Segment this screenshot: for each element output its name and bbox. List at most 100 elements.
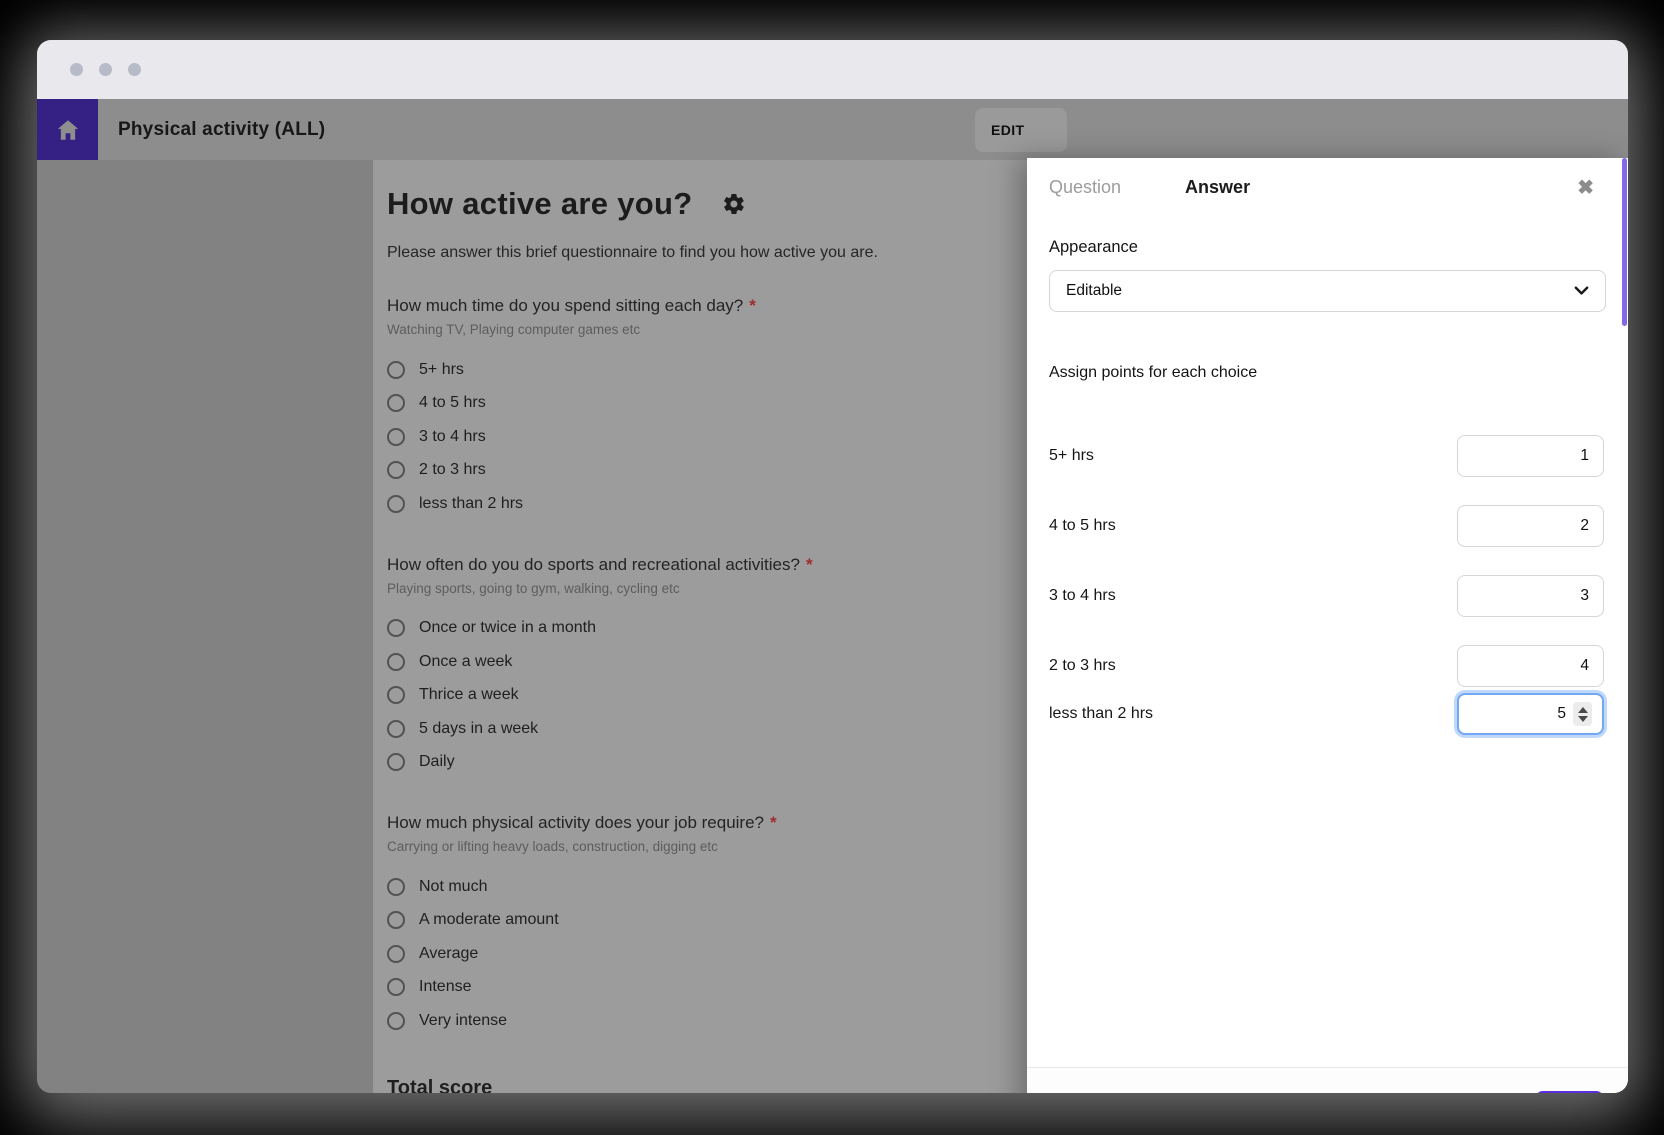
option-label: 2 to 3 hrs — [419, 461, 486, 479]
drawer-scrollbar-thumb[interactable] — [1622, 158, 1627, 326]
radio-icon[interactable] — [387, 494, 405, 513]
window-control-dot[interactable] — [99, 63, 112, 76]
radio-option[interactable]: 5 days in a week — [387, 712, 1083, 746]
radio-option[interactable]: Once or twice in a month — [387, 612, 1083, 646]
tab-question[interactable]: Question — [1049, 177, 1121, 198]
form-card: How active are you? Please answer this b… — [373, 160, 1103, 1093]
question-block: How much physical activity does your job… — [387, 813, 1083, 1038]
total-score-heading: Total score — [387, 1077, 493, 1093]
option-label: less than 2 hrs — [419, 494, 524, 512]
form-subtitle: Please answer this brief questionnaire t… — [387, 244, 878, 261]
points-row: 5+ hrs — [1049, 435, 1604, 477]
radio-option[interactable]: Thrice a week — [387, 679, 1083, 713]
points-row-label: 3 to 4 hrs — [1049, 587, 1116, 604]
radio-option[interactable]: Not much — [387, 870, 1083, 904]
radio-icon[interactable] — [387, 686, 405, 705]
spinner-up-icon[interactable] — [1577, 706, 1588, 713]
drawer-tabs: Question Answer ✖ — [1027, 158, 1628, 198]
radio-option[interactable]: Daily — [387, 746, 1083, 780]
question-text: How much time do you spend sitting each … — [387, 296, 756, 315]
page-title: Physical activity (ALL) — [118, 119, 326, 140]
points-row-label: less than 2 hrs — [1049, 705, 1154, 722]
question-hint: Watching TV, Playing computer games etc — [387, 322, 641, 337]
option-label: 3 to 4 hrs — [419, 427, 486, 445]
option-label: Once a week — [419, 652, 513, 670]
question-block: How often do you do sports and recreatio… — [387, 555, 1083, 780]
home-icon — [57, 119, 78, 140]
drawer-footer: Save — [1027, 1067, 1628, 1093]
answer-drawer: Question Answer ✖ Appearance Editable As… — [1027, 158, 1628, 1093]
radio-icon[interactable] — [387, 978, 405, 997]
points-row-label: 2 to 3 hrs — [1049, 657, 1116, 674]
app-window: Physical activity (ALL) EDIT How active … — [37, 40, 1628, 1093]
option-label: Once or twice in a month — [419, 619, 596, 637]
chevron-down-icon — [1574, 286, 1589, 295]
radio-option[interactable]: A moderate amount — [387, 904, 1083, 938]
points-row-label: 4 to 5 hrs — [1049, 517, 1116, 534]
radio-icon[interactable] — [387, 394, 405, 413]
radio-option[interactable]: 4 to 5 hrs — [387, 387, 1083, 421]
appearance-select[interactable]: Editable — [1049, 270, 1606, 312]
save-button[interactable]: Save — [1535, 1091, 1604, 1093]
points-row-label: 5+ hrs — [1049, 447, 1094, 464]
appearance-label: Appearance — [1049, 238, 1138, 256]
radio-icon[interactable] — [387, 719, 405, 738]
option-label: 5+ hrs — [419, 360, 464, 378]
radio-icon[interactable] — [387, 753, 405, 772]
radio-option[interactable]: Once a week — [387, 645, 1083, 679]
window-control-dot[interactable] — [128, 63, 141, 76]
browser-chrome — [37, 40, 1628, 99]
app-body: Physical activity (ALL) EDIT How active … — [37, 99, 1628, 1093]
required-asterisk: * — [805, 554, 813, 574]
question-text: How much physical activity does your job… — [387, 813, 777, 832]
edit-button[interactable]: EDIT — [975, 108, 1067, 152]
option-label: Daily — [419, 753, 455, 771]
radio-icon[interactable] — [387, 1011, 405, 1030]
option-label: Not much — [419, 877, 488, 895]
spinner-down-icon[interactable] — [1577, 715, 1588, 722]
option-label: 5 days in a week — [419, 719, 539, 737]
question-hint: Carrying or lifting heavy loads, constru… — [387, 839, 718, 854]
radio-icon[interactable] — [387, 619, 405, 638]
number-spinner[interactable] — [1573, 702, 1592, 726]
radio-option[interactable]: 2 to 3 hrs — [387, 454, 1083, 488]
question-block: How much time do you spend sitting each … — [387, 296, 1083, 521]
radio-icon[interactable] — [387, 360, 405, 379]
radio-option[interactable]: Average — [387, 937, 1083, 971]
tab-answer[interactable]: Answer — [1185, 177, 1250, 198]
question-hint: Playing sports, going to gym, walking, c… — [387, 580, 680, 596]
required-asterisk: * — [749, 296, 756, 315]
option-label: Thrice a week — [419, 686, 519, 704]
option-label: A moderate amount — [419, 911, 559, 929]
radio-option[interactable]: Intense — [387, 971, 1083, 1005]
radio-option[interactable]: 3 to 4 hrs — [387, 420, 1083, 454]
option-label: 4 to 5 hrs — [419, 394, 486, 412]
radio-icon[interactable] — [387, 461, 405, 480]
form-title: How active are you? — [387, 186, 693, 221]
radio-icon[interactable] — [387, 944, 405, 963]
points-row: 4 to 5 hrs — [1049, 505, 1604, 547]
option-label: Intense — [419, 978, 472, 996]
points-input[interactable] — [1457, 575, 1604, 617]
radio-icon[interactable] — [387, 911, 405, 930]
close-icon[interactable]: ✖ — [1577, 178, 1594, 198]
points-input[interactable] — [1457, 435, 1604, 477]
radio-option[interactable]: 5+ hrs — [387, 353, 1083, 387]
radio-icon[interactable] — [387, 877, 405, 896]
radio-icon[interactable] — [387, 427, 405, 446]
gear-icon[interactable] — [722, 192, 746, 216]
window-control-dot[interactable] — [70, 63, 83, 76]
question-text: How often do you do sports and recreatio… — [387, 554, 813, 574]
radio-icon[interactable] — [387, 652, 405, 671]
required-asterisk: * — [770, 813, 777, 832]
appearance-selected-value: Editable — [1066, 282, 1123, 299]
points-input[interactable] — [1457, 645, 1604, 687]
option-label: Average — [419, 944, 479, 962]
radio-option[interactable]: less than 2 hrs — [387, 487, 1083, 521]
radio-option[interactable]: Very intense — [387, 1004, 1083, 1038]
points-input[interactable] — [1457, 505, 1604, 547]
points-row: 2 to 3 hrs — [1049, 645, 1604, 687]
points-heading: Assign points for each choice — [1049, 364, 1258, 381]
home-button[interactable] — [37, 99, 98, 160]
app-header: Physical activity (ALL) EDIT — [37, 99, 1628, 160]
